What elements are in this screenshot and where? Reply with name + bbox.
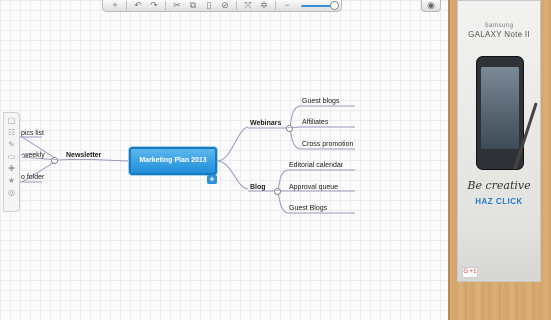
main-toolbar: + ↶ ↷ ✂ ⧉ ▯ ⊘ ⤧ ✲ −: [102, 0, 342, 12]
ad-cta-link[interactable]: HAZ CLICK: [458, 197, 540, 206]
google-plus-icon[interactable]: G +1: [462, 267, 478, 278]
ad-tagline: Be creative: [467, 179, 531, 192]
node-guest-blogs[interactable]: Guest blogs: [302, 97, 339, 106]
connector-lines: [8, 105, 355, 214]
collapse-toggle-webinars[interactable]: −: [286, 125, 293, 132]
delete-icon[interactable]: ⊘: [217, 0, 233, 11]
node-folder[interactable]: o folder: [21, 173, 44, 182]
central-node[interactable]: Marketing Plan 2013: [129, 147, 217, 175]
undo-icon[interactable]: ↶: [130, 0, 146, 11]
node-approval-queue[interactable]: Approval queue: [289, 183, 338, 192]
node-cross-promotion[interactable]: Cross promotion: [302, 140, 353, 149]
toolbar-divider: [236, 1, 237, 10]
add-child-button[interactable]: +: [207, 175, 217, 184]
cut-icon[interactable]: ✂: [169, 0, 185, 11]
mindmap-canvas[interactable]: + ↶ ↷ ✂ ⧉ ▯ ⊘ ⤧ ✲ − ◉ ▢ ☷ ✎ ▭ ✚ ★ ◎ pics…: [0, 0, 448, 320]
redo-icon[interactable]: ↷: [146, 0, 162, 11]
toolbar-divider: [165, 1, 166, 10]
add-node-button[interactable]: +: [107, 0, 123, 11]
collapse-toggle-newsletter[interactable]: −: [51, 157, 58, 164]
star-icon[interactable]: ★: [8, 175, 15, 187]
collapse-all-icon[interactable]: ✲: [256, 0, 272, 11]
node-affiliates[interactable]: Affiliates: [302, 118, 328, 127]
ad-model: GALAXY Note II: [468, 30, 530, 39]
node-newsletter[interactable]: Newsletter: [66, 151, 101, 160]
phone-screen: [481, 67, 519, 149]
attachment-icon[interactable]: ✚: [8, 163, 15, 175]
settings-icon[interactable]: ◎: [8, 187, 15, 199]
toolbar-divider: [126, 1, 127, 10]
link-icon[interactable]: ✎: [8, 139, 15, 151]
view-options-icon[interactable]: ◉: [421, 0, 441, 12]
advertisement-banner[interactable]: Samsung GALAXY Note II Be creative HAZ C…: [457, 0, 541, 282]
node-blog[interactable]: Blog: [250, 183, 266, 192]
paste-icon[interactable]: ▯: [201, 0, 217, 11]
node-weekly[interactable]: -weekly: [21, 151, 45, 160]
zoom-slider-handle[interactable]: [330, 0, 339, 10]
phone-image: [476, 56, 524, 170]
side-toolbar: ▢ ☷ ✎ ▭ ✚ ★ ◎: [3, 112, 20, 212]
image-icon[interactable]: ▭: [8, 151, 16, 163]
node-guest-blogs-2[interactable]: Guest Blogs: [289, 204, 327, 213]
collapse-toggle-blog[interactable]: −: [274, 188, 281, 195]
node-editorial-calendar[interactable]: Editorial calendar: [289, 161, 343, 170]
copy-icon[interactable]: ⧉: [185, 0, 201, 11]
zoom-slider[interactable]: [301, 0, 339, 10]
zoom-out-icon[interactable]: −: [279, 0, 295, 11]
toolbar-divider: [275, 1, 276, 10]
list-icon[interactable]: ☷: [8, 127, 15, 139]
ad-brand: Samsung: [484, 23, 514, 29]
expand-all-icon[interactable]: ⤧: [240, 0, 256, 11]
note-icon[interactable]: ▢: [8, 115, 16, 127]
node-topics-list[interactable]: pics list: [21, 129, 44, 138]
node-webinars[interactable]: Webinars: [250, 119, 281, 128]
